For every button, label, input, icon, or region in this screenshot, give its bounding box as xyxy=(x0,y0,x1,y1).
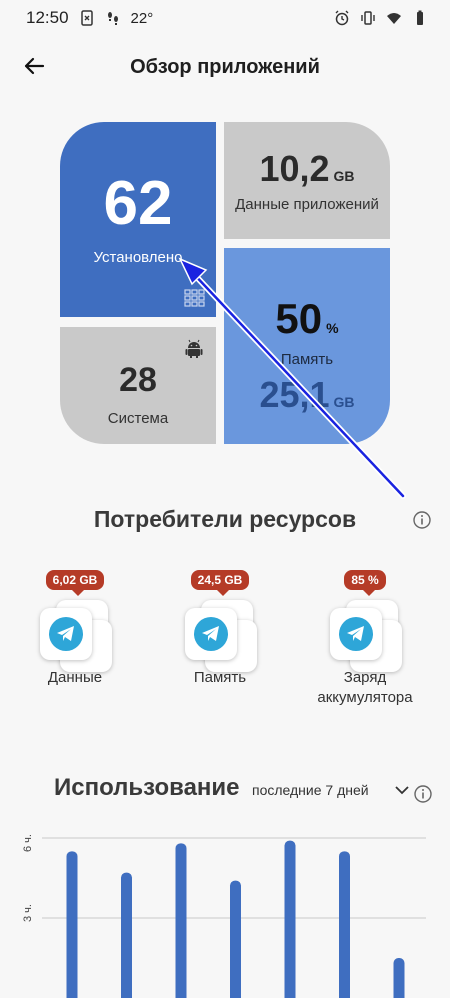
app-data-unit: GB xyxy=(333,168,355,184)
memory-percent-row: 50% xyxy=(275,295,338,343)
memory-size-row: 25,1 GB xyxy=(259,374,354,416)
usage-bar[interactable] xyxy=(175,843,187,998)
android-icon xyxy=(185,339,203,358)
memory-percent-unit: % xyxy=(326,319,339,336)
installed-label: Установлено xyxy=(93,249,183,266)
arrow-left-icon xyxy=(24,57,45,75)
temperature-text: 22° xyxy=(130,9,154,27)
status-time: 12:50 xyxy=(26,8,69,27)
usage-bar[interactable] xyxy=(284,840,296,998)
app-data-label: Данные приложений xyxy=(235,196,379,213)
alarm-icon xyxy=(335,10,349,26)
period-select[interactable]: последние 7 дней xyxy=(252,782,369,798)
usage-chart-plot xyxy=(42,837,426,998)
footsteps-icon xyxy=(107,12,118,25)
usage-bar[interactable] xyxy=(66,851,78,998)
app-bar: Обзор приложений xyxy=(0,44,450,90)
telegram-icon xyxy=(339,617,373,651)
installed-apps-tile[interactable]: 62 Установлено xyxy=(60,122,216,317)
usage-bar[interactable] xyxy=(339,851,350,998)
usage-header: Использование последние 7 дней xyxy=(0,772,450,812)
sim-card-icon xyxy=(80,10,93,26)
consumer-badge: 24,5 GB xyxy=(190,570,250,596)
status-bar: 12:50 22° xyxy=(0,0,450,36)
system-apps-tile[interactable]: 28 Система xyxy=(60,327,216,444)
memory-percent: 50 xyxy=(275,294,323,342)
wifi-icon xyxy=(387,13,401,24)
system-label: Система xyxy=(107,409,169,427)
consumer-label: Заряд аккумулятора xyxy=(317,669,413,707)
y-tick-label: 6 ч. xyxy=(22,834,34,852)
memory-label: Память xyxy=(280,350,334,368)
app-data-value-row: 10,2 GB xyxy=(259,148,354,190)
app-icon-stack xyxy=(185,600,257,672)
app-card xyxy=(40,608,92,660)
back-button[interactable] xyxy=(18,50,50,82)
vibrate-icon xyxy=(361,11,375,25)
usage-bar[interactable] xyxy=(230,880,241,998)
memory-size: 25,1 xyxy=(259,373,330,415)
battery-icon xyxy=(417,10,423,25)
consumer-badge: 85 % xyxy=(344,570,386,596)
apps-grid-icon xyxy=(184,289,205,307)
app-icon-stack xyxy=(330,600,402,672)
consumers-list: 6,02 GB Данные 24,5 GB Память 85 % Заряд… xyxy=(0,570,450,730)
system-count: 28 xyxy=(119,360,157,399)
telegram-icon xyxy=(49,617,83,651)
app-card xyxy=(330,608,382,660)
usage-title: Использование xyxy=(54,774,240,801)
usage-info-icon[interactable] xyxy=(413,784,433,804)
usage-bar[interactable] xyxy=(393,958,405,998)
y-tick-label: 3 ч. xyxy=(22,904,34,922)
installed-count: 62 xyxy=(103,169,173,238)
usage-chart: 6 ч. 3 ч. xyxy=(0,826,450,998)
info-icon[interactable] xyxy=(412,510,432,530)
app-icon-stack xyxy=(40,600,112,672)
memory-tile[interactable]: 50% Память 25,1 GB xyxy=(224,248,390,444)
consumers-title: Потребители ресурсов xyxy=(93,506,357,532)
memory-size-unit: GB xyxy=(333,393,355,410)
overview-tiles: 62 Установлено 10,2 GB Данные приложений … xyxy=(60,122,390,444)
consumer-badge: 6,02 GB xyxy=(45,570,105,596)
consumer-data[interactable]: 6,02 GB Данные xyxy=(5,570,145,688)
app-card xyxy=(185,608,237,660)
page-title: Обзор приложений xyxy=(130,55,320,78)
chevron-down-icon[interactable] xyxy=(394,782,410,798)
usage-bar[interactable] xyxy=(121,872,132,998)
app-data-tile[interactable]: 10,2 GB Данные приложений xyxy=(224,122,390,239)
telegram-icon xyxy=(194,617,228,651)
app-data-value: 10,2 xyxy=(259,148,330,189)
consumer-memory[interactable]: 24,5 GB Память xyxy=(150,570,290,688)
consumer-battery[interactable]: 85 % Заряд аккумулятора xyxy=(295,570,435,709)
